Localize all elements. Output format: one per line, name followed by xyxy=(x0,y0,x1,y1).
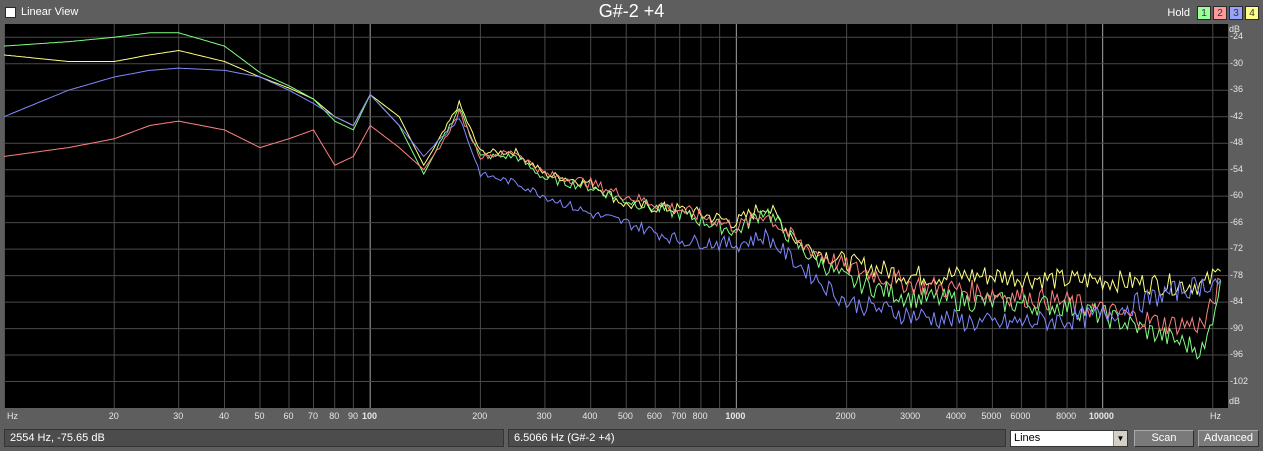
x-axis-unit-label-right: Hz xyxy=(1210,411,1221,421)
x-tick-label: 50 xyxy=(254,411,265,421)
hold-button-1[interactable]: 1 xyxy=(1197,5,1211,20)
y-tick-label: -30 xyxy=(1230,57,1244,68)
y-axis-unit-label-bottom: dB xyxy=(1229,396,1241,406)
display-mode-value: Lines xyxy=(1014,432,1041,444)
x-tick-label: 60 xyxy=(283,411,294,421)
y-tick-label: -84 xyxy=(1230,296,1244,307)
x-tick-label: 200 xyxy=(472,411,488,421)
x-tick-label: 40 xyxy=(218,411,229,421)
x-tick-label: 30 xyxy=(173,411,184,421)
note-title: G#-2 +4 xyxy=(598,1,665,21)
linear-view-checkbox[interactable] xyxy=(5,6,16,18)
x-tick-label: 70 xyxy=(307,411,318,421)
hold-button-2[interactable]: 2 xyxy=(1213,5,1227,20)
x-tick-label: 20 xyxy=(108,411,119,421)
x-tick-label: 90 xyxy=(347,411,358,421)
x-tick-label: 1000 xyxy=(725,411,746,421)
y-tick-label: -72 xyxy=(1230,243,1244,254)
x-tick-label: 800 xyxy=(692,411,708,421)
y-tick-label: -102 xyxy=(1230,375,1249,386)
x-tick-label: 100 xyxy=(361,411,377,421)
y-tick-label: -48 xyxy=(1230,137,1244,148)
spectrum-plot[interactable] xyxy=(4,24,1228,408)
x-tick-label: 10000 xyxy=(1088,411,1114,421)
chevron-down-icon[interactable]: ▼ xyxy=(1113,431,1127,446)
x-tick-label: 3000 xyxy=(900,411,921,421)
x-tick-label: 8000 xyxy=(1056,411,1077,421)
x-tick-label: 80 xyxy=(329,411,340,421)
y-tick-label: -54 xyxy=(1230,163,1244,174)
y-tick-label: -42 xyxy=(1230,110,1244,121)
pitch-readout: 6.5066 Hz (G#-2 +4) xyxy=(508,429,1006,447)
linear-view-label: Linear View xyxy=(21,6,79,18)
x-tick-label: 5000 xyxy=(981,411,1002,421)
hold-button-4[interactable]: 4 xyxy=(1245,5,1259,20)
y-tick-label: -24 xyxy=(1230,31,1244,42)
x-tick-label: 2000 xyxy=(835,411,856,421)
spectrum-series-1 xyxy=(4,49,1221,296)
y-tick-label: -78 xyxy=(1230,269,1244,280)
x-tick-label: 4000 xyxy=(945,411,966,421)
x-tick-label: 6000 xyxy=(1010,411,1031,421)
spectrum-chart[interactable] xyxy=(4,24,1228,408)
display-mode-select[interactable]: Lines ▼ xyxy=(1010,430,1128,447)
spectrum-series-4 xyxy=(4,67,1222,332)
x-tick-label: 300 xyxy=(536,411,552,421)
linear-view-toggle[interactable]: Linear View xyxy=(5,5,78,19)
x-axis-unit-label: Hz xyxy=(7,411,18,421)
y-tick-label: -96 xyxy=(1230,349,1244,360)
x-tick-label: 400 xyxy=(582,411,598,421)
y-tick-label: -66 xyxy=(1230,216,1244,227)
x-tick-label: 600 xyxy=(646,411,662,421)
status-bar: 2554 Hz, -75.65 dB 6.5066 Hz (G#-2 +4) L… xyxy=(0,426,1263,451)
hold-label: Hold xyxy=(1167,6,1190,19)
scan-button[interactable]: Scan xyxy=(1134,430,1194,447)
hold-button-3[interactable]: 3 xyxy=(1229,5,1243,20)
x-tick-label: 700 xyxy=(671,411,687,421)
advanced-button[interactable]: Advanced xyxy=(1198,430,1259,447)
y-tick-label: -60 xyxy=(1230,190,1244,201)
hold-controls: Hold 1 2 3 4 xyxy=(1167,5,1259,20)
x-tick-label: 500 xyxy=(617,411,633,421)
y-tick-label: -90 xyxy=(1230,322,1244,333)
y-tick-label: -36 xyxy=(1230,84,1244,95)
top-toolbar: Linear View G#-2 +4 Hold 1 2 3 4 xyxy=(0,0,1263,24)
cursor-readout: 2554 Hz, -75.65 dB xyxy=(4,429,504,447)
